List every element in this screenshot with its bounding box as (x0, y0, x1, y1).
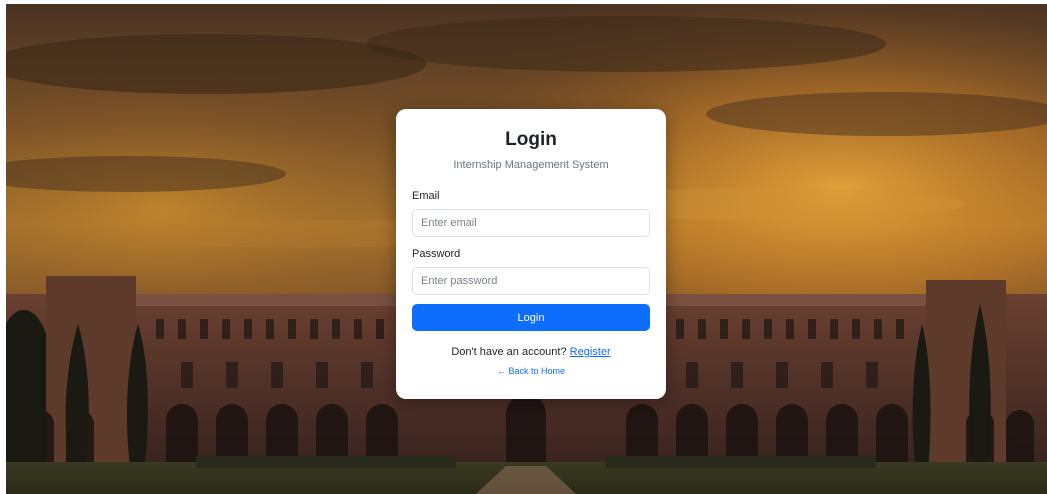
login-title: Login (505, 129, 557, 150)
register-link[interactable]: Register (570, 346, 611, 358)
email-label: Email (412, 190, 440, 202)
register-prompt-line: Don't have an account? Register (412, 345, 650, 359)
register-prompt-text: Don't have an account? (451, 346, 570, 358)
password-input[interactable] (412, 267, 650, 295)
back-to-home-link[interactable]: ← Back to Home (412, 365, 650, 377)
password-label: Password (412, 248, 461, 260)
login-button[interactable]: Login (412, 304, 650, 331)
email-input[interactable] (412, 209, 650, 237)
login-card: Login Internship Management System Email… (396, 109, 666, 399)
login-page: Login Internship Management System Email… (0, 0, 1047, 494)
login-subtitle: Internship Management System (453, 159, 609, 171)
